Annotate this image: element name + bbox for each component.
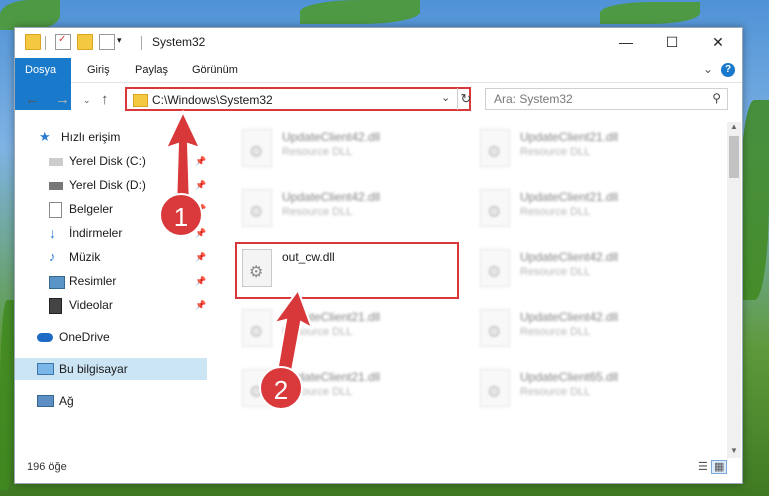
step-1-marker: 1 (159, 193, 203, 237)
step-2-marker: 2 (259, 366, 303, 410)
arrow-2 (271, 287, 314, 378)
annotation-arrows (164, 109, 314, 378)
